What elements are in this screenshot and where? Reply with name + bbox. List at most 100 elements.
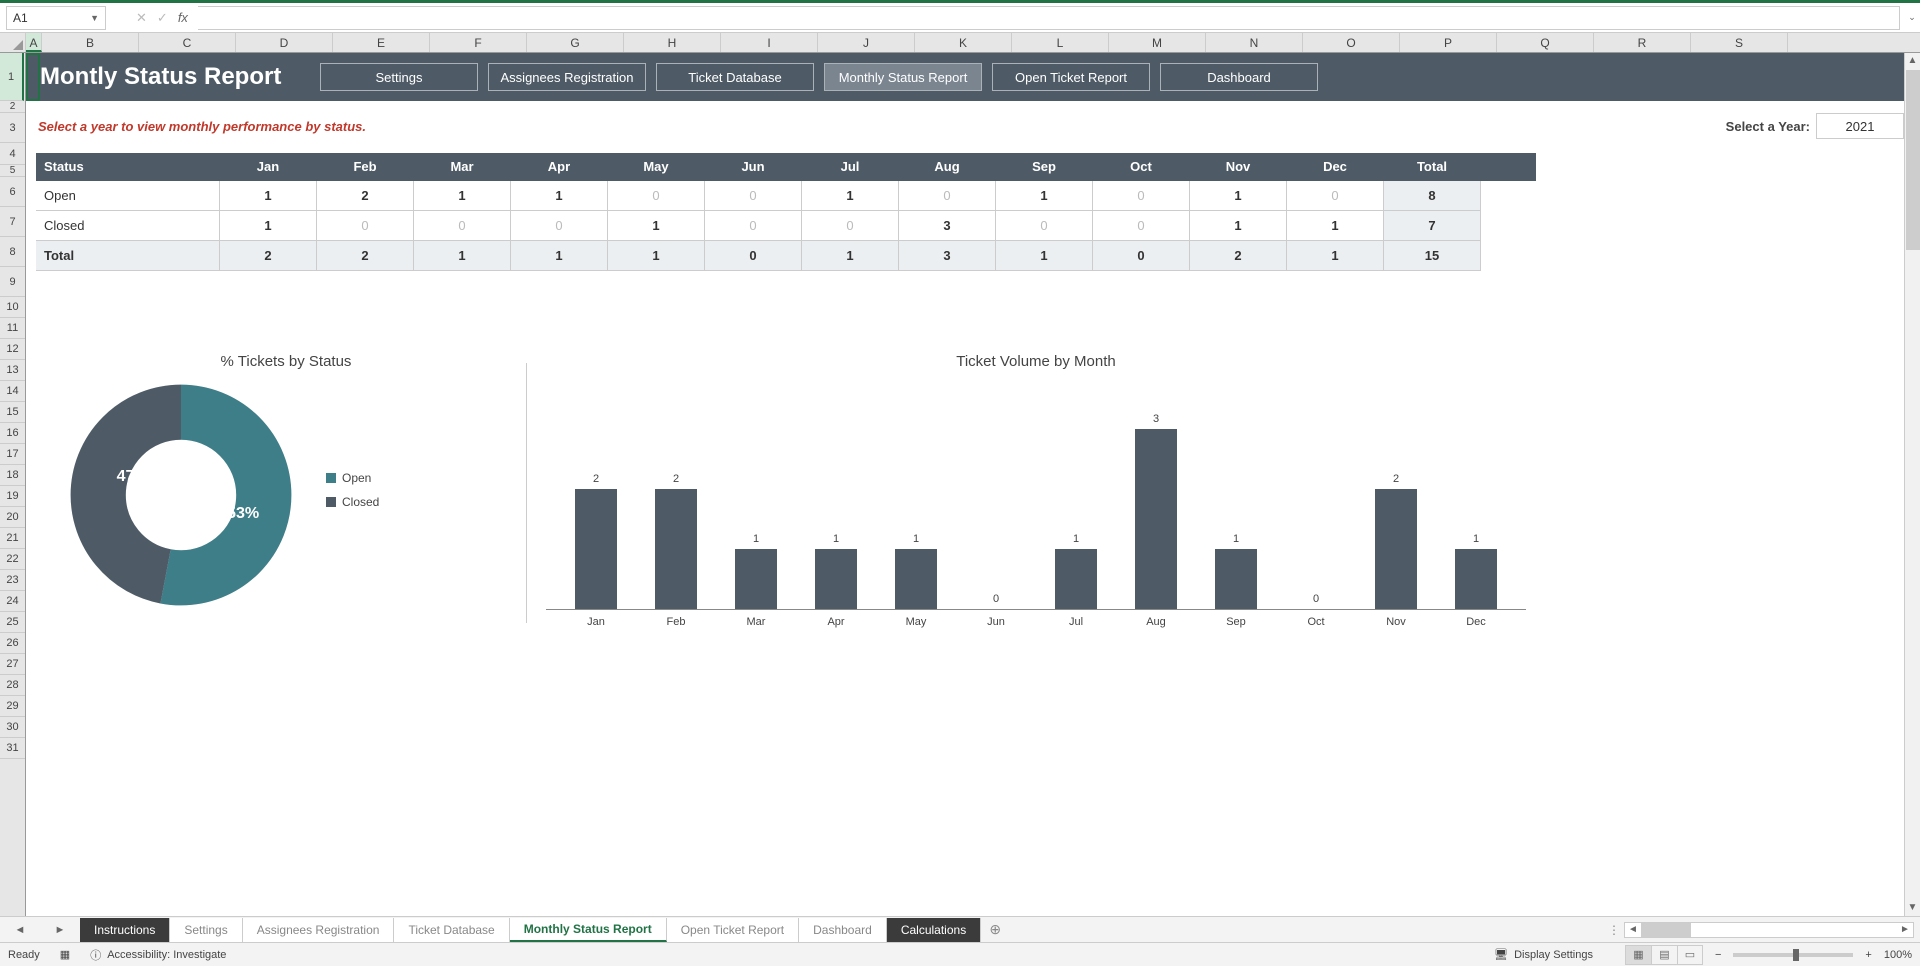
column-header-A[interactable]: A <box>26 33 42 52</box>
year-selector[interactable]: 2021 <box>1816 113 1904 139</box>
row-header-18[interactable]: 18 <box>0 465 25 486</box>
zoom-level[interactable]: 100% <box>1884 949 1912 961</box>
row-header-7[interactable]: 7 <box>0 207 25 237</box>
row-header-13[interactable]: 13 <box>0 360 25 381</box>
row-header-31[interactable]: 31 <box>0 738 25 759</box>
row-header-9[interactable]: 9 <box>0 267 25 297</box>
row-header-26[interactable]: 26 <box>0 633 25 654</box>
formula-bar-expand-icon[interactable]: ⌄ <box>1904 12 1920 23</box>
macro-record-icon[interactable]: ▦ <box>60 948 70 961</box>
column-header-G[interactable]: G <box>527 33 624 52</box>
column-header-J[interactable]: J <box>818 33 915 52</box>
sheet-tab-monthly-status-report[interactable]: Monthly Status Report <box>510 918 667 942</box>
sheet-tab-ticket-database[interactable]: Ticket Database <box>394 918 509 942</box>
row-header-14[interactable]: 14 <box>0 381 25 402</box>
row-header-4[interactable]: 4 <box>0 143 25 165</box>
row-header-27[interactable]: 27 <box>0 654 25 675</box>
row-header-11[interactable]: 11 <box>0 318 25 339</box>
column-header-K[interactable]: K <box>915 33 1012 52</box>
column-header-I[interactable]: I <box>721 33 818 52</box>
fx-icon[interactable]: fx <box>178 10 188 25</box>
name-box-dropdown-icon[interactable]: ▼ <box>90 13 99 23</box>
row-header-25[interactable]: 25 <box>0 612 25 633</box>
scroll-left-icon[interactable]: ◄ <box>1625 923 1641 937</box>
row-header-5[interactable]: 5 <box>0 165 25 177</box>
sheet-tab-settings[interactable]: Settings <box>170 918 242 942</box>
sheet-tab-dashboard[interactable]: Dashboard <box>799 918 887 942</box>
sheet-tab-calculations[interactable]: Calculations <box>887 918 981 942</box>
row-header-16[interactable]: 16 <box>0 423 25 444</box>
cancel-icon[interactable]: ✕ <box>136 10 147 26</box>
row-header-2[interactable]: 2 <box>0 101 25 113</box>
select-all-corner[interactable] <box>0 33 26 52</box>
horizontal-scrollbar[interactable]: ◄ ► <box>1624 922 1914 938</box>
normal-view-button[interactable]: ▦ <box>1625 945 1651 965</box>
zoom-out-button[interactable]: − <box>1715 949 1721 961</box>
row-header-19[interactable]: 19 <box>0 486 25 507</box>
row-header-28[interactable]: 28 <box>0 675 25 696</box>
hscroll-thumb[interactable] <box>1641 923 1691 937</box>
nav-button-settings[interactable]: Settings <box>320 63 478 91</box>
add-sheet-button[interactable]: ⊕ <box>981 921 1009 938</box>
column-header-L[interactable]: L <box>1012 33 1109 52</box>
name-box[interactable]: A1 ▼ <box>6 6 106 30</box>
sheet-tab-assignees-registration[interactable]: Assignees Registration <box>243 918 395 942</box>
tabs-menu-icon[interactable]: ⋮ <box>1608 923 1620 937</box>
zoom-slider-thumb[interactable] <box>1793 949 1799 961</box>
column-header-Q[interactable]: Q <box>1497 33 1594 52</box>
sheet-content[interactable]: Montly Status Report SettingsAssignees R… <box>26 53 1920 916</box>
row-header-1[interactable]: 1 <box>0 53 24 101</box>
row-header-10[interactable]: 10 <box>0 297 25 318</box>
scroll-down-icon[interactable]: ▼ <box>1905 900 1920 916</box>
scroll-up-icon[interactable]: ▲ <box>1905 53 1920 69</box>
row-header-12[interactable]: 12 <box>0 339 25 360</box>
zoom-slider[interactable] <box>1733 953 1853 957</box>
nav-button-dashboard[interactable]: Dashboard <box>1160 63 1318 91</box>
row-header-6[interactable]: 6 <box>0 177 25 207</box>
row-header-8[interactable]: 8 <box>0 237 25 267</box>
column-header-F[interactable]: F <box>430 33 527 52</box>
page-break-view-button[interactable]: ▭ <box>1677 945 1703 965</box>
vertical-scrollbar[interactable]: ▲ ▼ <box>1904 53 1920 916</box>
page-layout-view-button[interactable]: ▤ <box>1651 945 1677 965</box>
row-header-21[interactable]: 21 <box>0 528 25 549</box>
vscroll-thumb[interactable] <box>1906 70 1920 250</box>
pie-chart[interactable]: % Tickets by Status 53% 47% OpenClosed <box>66 353 506 610</box>
row-header-22[interactable]: 22 <box>0 549 25 570</box>
display-settings-icon[interactable]: 🖥 <box>1494 948 1508 961</box>
accessibility-text[interactable]: Accessibility: Investigate <box>107 949 226 961</box>
confirm-icon[interactable]: ✓ <box>157 10 168 26</box>
tab-scroll-right-icon[interactable]: ► <box>55 924 66 936</box>
row-header-23[interactable]: 23 <box>0 570 25 591</box>
column-header-P[interactable]: P <box>1400 33 1497 52</box>
column-header-H[interactable]: H <box>624 33 721 52</box>
column-header-M[interactable]: M <box>1109 33 1206 52</box>
zoom-in-button[interactable]: + <box>1865 949 1871 961</box>
tab-scroll-left-icon[interactable]: ◄ <box>15 924 26 936</box>
display-settings-text[interactable]: Display Settings <box>1514 949 1593 961</box>
tab-scroll-arrows[interactable]: ◄ ► <box>0 924 80 936</box>
column-header-S[interactable]: S <box>1691 33 1788 52</box>
column-header-C[interactable]: C <box>139 33 236 52</box>
sheet-tab-instructions[interactable]: Instructions <box>80 918 170 942</box>
row-header-15[interactable]: 15 <box>0 402 25 423</box>
nav-button-monthly-status-report[interactable]: Monthly Status Report <box>824 63 982 91</box>
bar-chart[interactable]: Ticket Volume by Month 221110131021 JanF… <box>546 353 1526 628</box>
row-header-3[interactable]: 3 <box>0 113 25 143</box>
nav-button-assignees-registration[interactable]: Assignees Registration <box>488 63 646 91</box>
sheet-tab-open-ticket-report[interactable]: Open Ticket Report <box>667 918 799 942</box>
column-header-E[interactable]: E <box>333 33 430 52</box>
row-header-29[interactable]: 29 <box>0 696 25 717</box>
nav-button-open-ticket-report[interactable]: Open Ticket Report <box>992 63 1150 91</box>
column-header-N[interactable]: N <box>1206 33 1303 52</box>
row-header-20[interactable]: 20 <box>0 507 25 528</box>
row-header-30[interactable]: 30 <box>0 717 25 738</box>
row-header-24[interactable]: 24 <box>0 591 25 612</box>
accessibility-icon[interactable]: ⓘ <box>90 947 101 963</box>
column-header-D[interactable]: D <box>236 33 333 52</box>
formula-input[interactable] <box>198 6 1900 30</box>
column-header-O[interactable]: O <box>1303 33 1400 52</box>
nav-button-ticket-database[interactable]: Ticket Database <box>656 63 814 91</box>
scroll-right-icon[interactable]: ► <box>1897 923 1913 937</box>
column-header-R[interactable]: R <box>1594 33 1691 52</box>
